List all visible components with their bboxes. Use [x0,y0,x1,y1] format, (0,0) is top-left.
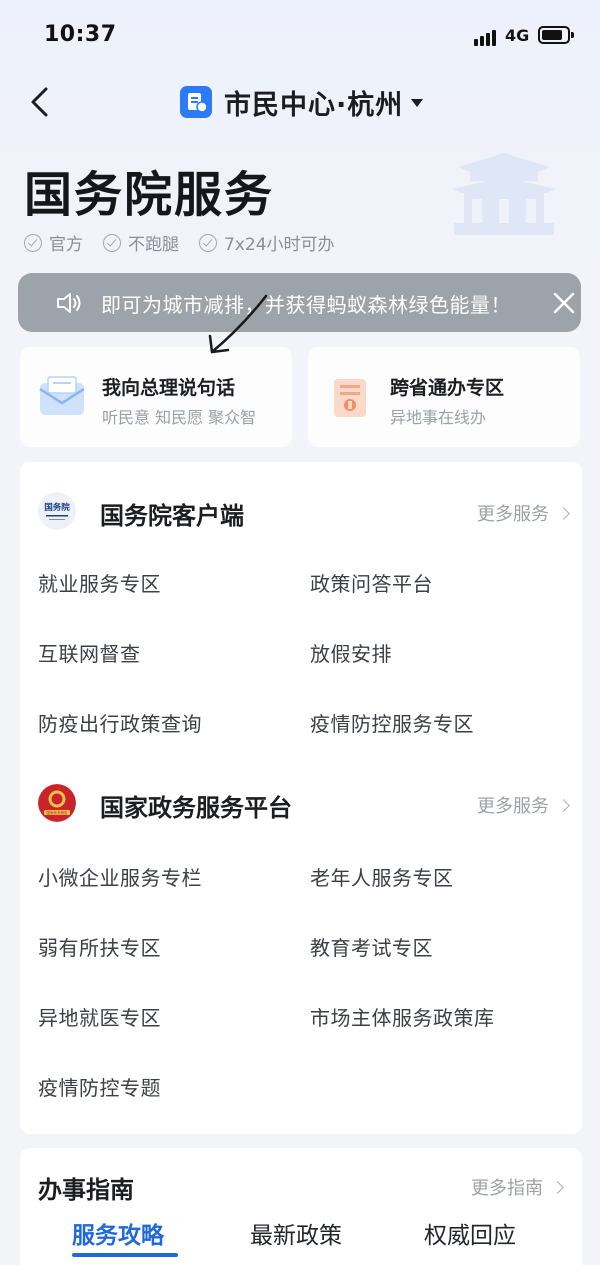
envelope-icon [39,376,85,415]
service-item[interactable]: 放假安排 [310,638,392,667]
service-item[interactable]: 防疫出行政策查询 [38,708,202,737]
service-item[interactable]: 疫情防控专题 [38,1072,161,1101]
svg-text:国务院: 国务院 [44,502,70,513]
service-item[interactable]: 互联网督查 [38,638,141,667]
page-title: 国务院服务 [24,167,275,223]
battery-icon [538,26,574,44]
active-tab-indicator [72,1253,178,1257]
service-item[interactable]: 异地就医专区 [38,1002,161,1031]
svg-text:国家政务服务: 国家政务服务 [47,810,68,815]
tab-service-strategy[interactable]: 服务攻略 [72,1216,164,1250]
city-selector[interactable]: 市民中心·杭州 [180,84,424,121]
section-header-national-platform: 国家政务服务 国家政务服务平台 更多服务 [38,784,570,824]
guide-panel: 办事指南 更多指南 服务攻略 最新政策 权威回应 [20,1148,582,1265]
national-emblem-icon: 国家政务服务 [38,784,76,822]
dropdown-caret-icon [411,99,424,107]
state-council-logo-icon: 国务院 [38,492,76,530]
close-icon[interactable] [552,291,576,315]
check-circle-icon [103,233,121,252]
signal-icon [474,28,500,46]
service-tags: 官方 不跑腿 7x24小时可办 [24,230,335,255]
chevron-right-icon [551,1180,564,1194]
card-subtitle: 异地事在线办 [390,408,487,427]
status-time: 10:37 [44,22,117,47]
tag-24h: 7x24小时可办 [199,230,335,255]
service-item[interactable]: 弱有所扶专区 [38,932,161,961]
guide-title: 办事指南 [38,1176,134,1204]
nav-title: 市民中心·杭州 [224,89,404,121]
chevron-right-icon [557,506,570,520]
section-title: 国家政务服务平台 [100,794,292,822]
government-building-icon [452,153,556,235]
check-circle-icon [24,233,42,252]
service-item[interactable]: 老年人服务专区 [310,862,454,891]
more-guides-link[interactable]: 更多指南 [471,1174,564,1200]
service-item[interactable]: 疫情防控服务专区 [310,708,474,737]
document-seal-icon [334,379,366,417]
tab-authoritative-response[interactable]: 权威回应 [424,1216,516,1250]
more-services-link[interactable]: 更多服务 [477,792,570,818]
citizen-center-logo-icon [180,86,212,118]
card-title: 跨省通办专区 [390,377,505,399]
tag-no-travel: 不跑腿 [103,230,179,255]
card-cross-province[interactable]: 跨省通办专区 异地事在线办 [308,347,580,447]
services-panel: 国务院 国务院客户端 更多服务 就业服务专区 政策问答平台 互联网督查 放假安排… [20,462,582,1134]
energy-toast: 即可为城市减排，并获得蚂蚁森林绿色能量！ [18,273,581,332]
tab-latest-policy[interactable]: 最新政策 [250,1216,342,1250]
more-services-link[interactable]: 更多服务 [477,500,570,526]
back-icon[interactable] [24,84,60,120]
service-item[interactable]: 市场主体服务政策库 [310,1002,495,1031]
network-type: 4G [505,26,530,45]
toast-message: 即可为城市减排，并获得蚂蚁森林绿色能量！ [101,293,511,317]
section-header-state-council: 国务院 国务院客户端 更多服务 [38,492,570,532]
annotation-arrow-icon [208,294,268,354]
speaker-icon [57,293,81,313]
service-item[interactable]: 教育考试专区 [310,932,433,961]
status-bar: 10:37 4G [0,0,600,70]
service-item[interactable]: 小微企业服务专栏 [38,862,202,891]
card-title: 我向总理说句话 [102,377,236,399]
tag-official: 官方 [24,230,83,255]
service-item[interactable]: 就业服务专区 [38,568,161,597]
service-item[interactable]: 政策问答平台 [310,568,433,597]
check-circle-icon [199,233,217,252]
section-title: 国务院客户端 [100,502,244,530]
chevron-right-icon [557,798,570,812]
card-subtitle: 听民意 知民愿 聚众智 [102,408,257,427]
